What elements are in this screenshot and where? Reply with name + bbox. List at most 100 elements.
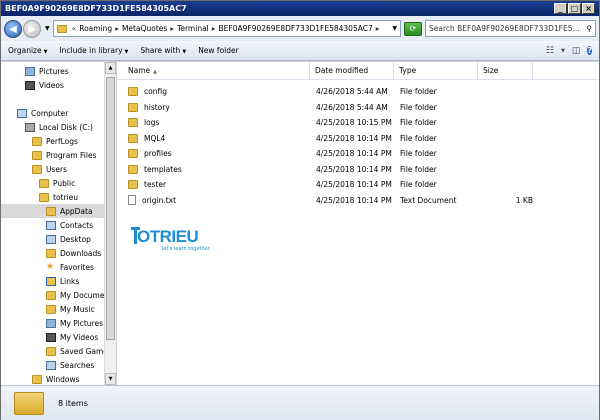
nav-item-public[interactable]: Public <box>39 176 75 190</box>
pictures-icon <box>25 66 35 76</box>
file-type: File folder <box>400 164 437 174</box>
refresh-button[interactable]: ⟳ <box>404 21 422 36</box>
breadcrumb-terminal[interactable]: Terminal <box>177 24 209 33</box>
nav-item-appdata[interactable]: AppData <box>1 204 104 218</box>
file-row[interactable]: origin.txt 4/25/2018 10:14 PM Text Documen… <box>117 193 537 208</box>
totrieu-logo: OTRIEU let's learn together <box>131 227 231 257</box>
nav-item-desktop[interactable]: Desktop <box>46 232 91 246</box>
minimize-button[interactable]: _ <box>554 3 567 14</box>
nav-label: Favorites <box>60 262 94 272</box>
navigation-pane[interactable]: Pictures Videos Computer Local Disk (C:)… <box>1 62 116 385</box>
maximize-button[interactable]: □ <box>568 3 581 14</box>
chevron-right-icon[interactable]: ▸ <box>376 24 380 33</box>
recent-pages-dropdown[interactable]: ▼ <box>45 25 50 32</box>
scroll-up-button[interactable]: ▲ <box>105 62 116 74</box>
nav-item-local-disk[interactable]: Local Disk (C:) <box>25 120 93 134</box>
file-date: 4/25/2018 10:14 PM <box>316 133 392 143</box>
nav-item-totrieu[interactable]: totrieu <box>39 190 78 204</box>
nav-item-program-files[interactable]: Program Files <box>32 148 97 162</box>
breadcrumb-metaquotes[interactable]: MetaQuotes <box>122 24 167 33</box>
column-date[interactable]: Date modified <box>310 62 394 79</box>
scroll-thumb[interactable] <box>106 77 115 340</box>
nav-item-my-music[interactable]: My Music <box>46 302 95 316</box>
file-list[interactable]: Name ▲ Date modified Type Size config 4/26… <box>117 62 599 385</box>
folder-icon <box>128 180 138 189</box>
column-size[interactable]: Size <box>478 62 533 79</box>
nav-label: Searches <box>60 360 95 370</box>
folder-icon <box>46 206 56 216</box>
file-date: 4/26/2018 5:44 AM <box>316 87 388 96</box>
address-dropdown[interactable]: ▼ <box>392 25 397 32</box>
file-name: config <box>144 87 167 96</box>
forward-button[interactable]: ▶ <box>23 19 41 38</box>
chevron-down-icon[interactable]: ▼ <box>561 48 565 54</box>
nav-item-links[interactable]: Links <box>46 274 79 288</box>
back-button[interactable]: ◀ <box>4 19 22 38</box>
nav-item-favorites[interactable]: ★ Favorites <box>46 260 94 274</box>
chevron-left-icon[interactable]: « <box>72 24 77 33</box>
nav-label: Desktop <box>60 234 91 244</box>
column-type[interactable]: Type <box>394 62 478 79</box>
folder-icon <box>128 102 138 112</box>
file-row[interactable]: config 4/26/2018 5:44 AM File folder <box>117 84 537 99</box>
file-row[interactable]: history 4/26/2018 5:44 AM File folder <box>117 100 537 115</box>
file-type: File folder <box>400 118 437 127</box>
include-in-library-menu[interactable]: Include in library ▼ <box>59 46 128 55</box>
nav-label: Program Files <box>46 150 97 160</box>
file-date: 4/25/2018 10:14 PM <box>316 164 392 174</box>
help-button[interactable]: ? <box>587 45 592 57</box>
title-bar[interactable]: BEF0A9F90269E8DF733D1FE584305AC7 _ □ × <box>1 1 599 16</box>
nav-scrollbar[interactable]: ▲ ▼ <box>104 62 116 385</box>
nav-item-users[interactable]: Users <box>32 162 67 176</box>
nav-label: Public <box>53 178 76 188</box>
file-name: templates <box>144 164 182 174</box>
nav-item-searches[interactable]: Searches <box>46 358 94 372</box>
folder-icon <box>32 150 42 160</box>
preview-pane-icon[interactable]: ◫ <box>572 46 581 56</box>
scroll-down-button[interactable]: ▼ <box>105 373 116 385</box>
help-icon: ? <box>587 45 592 55</box>
nav-item-downloads[interactable]: Downloads <box>46 246 101 260</box>
nav-item-my-documents[interactable]: My Documen <box>46 288 109 302</box>
breadcrumb-roaming[interactable]: Roaming <box>79 24 112 33</box>
chevron-right-icon[interactable]: ▸ <box>212 24 216 33</box>
search-input[interactable]: Search BEF0A9F90269E8DF733D1FE5... <box>429 24 587 33</box>
share-label: Share with <box>140 46 181 55</box>
nav-item-contacts[interactable]: Contacts <box>46 218 93 232</box>
view-options-icon[interactable]: ☷ <box>546 46 554 56</box>
search-box[interactable]: Search BEF0A9F90269E8DF733D1FE5... ⚲ <box>425 20 596 37</box>
nav-label: PerfLogs <box>46 136 78 146</box>
nav-item-my-videos[interactable]: My Videos <box>46 330 98 344</box>
file-name: origin.txt <box>142 195 177 205</box>
nav-item-saved-games[interactable]: Saved Game <box>46 344 108 358</box>
share-with-menu[interactable]: Share with ▼ <box>140 46 186 55</box>
nav-item-windows[interactable]: Windows <box>32 372 79 385</box>
chevron-right-icon[interactable]: ▸ <box>115 24 119 33</box>
column-name[interactable]: Name ▲ <box>117 62 310 79</box>
folder-icon <box>39 192 49 202</box>
nav-item-videos[interactable]: Videos <box>25 78 64 92</box>
nav-item-perflogs[interactable]: PerfLogs <box>32 134 78 148</box>
search-icon[interactable]: ⚲ <box>587 24 593 33</box>
organize-menu[interactable]: Organize ▼ <box>8 46 47 55</box>
file-type: File folder <box>400 180 437 189</box>
file-row[interactable]: MQL4 4/25/2018 10:14 PM File folder <box>117 131 537 146</box>
nav-item-my-pictures[interactable]: My Pictures <box>46 316 103 330</box>
folder-icon <box>14 391 44 415</box>
folder-icon <box>32 164 42 174</box>
file-row[interactable]: templates 4/25/2018 10:14 PM File folder <box>117 162 537 177</box>
nav-item-pictures[interactable]: Pictures <box>25 64 69 78</box>
nav-label: Users <box>46 164 68 174</box>
chevron-right-icon[interactable]: ▸ <box>170 24 174 33</box>
nav-item-computer[interactable]: Computer <box>17 106 68 120</box>
file-row[interactable]: logs 4/25/2018 10:15 PM File folder <box>117 115 537 130</box>
new-folder-button[interactable]: New folder <box>198 46 239 55</box>
file-row[interactable]: tester 4/25/2018 10:14 PM File folder <box>117 177 537 192</box>
folder-icon <box>32 374 42 384</box>
breadcrumb-current[interactable]: BEF0A9F90269E8DF733D1FE584305AC7 <box>219 24 373 33</box>
nav-label: Pictures <box>39 66 69 76</box>
file-name: logs <box>144 118 160 127</box>
address-bar[interactable]: « Roaming ▸ MetaQuotes ▸ Terminal ▸ BEF0… <box>52 20 401 37</box>
file-row[interactable]: profiles 4/25/2018 10:14 PM File folder <box>117 146 537 161</box>
close-button[interactable]: × <box>582 3 595 14</box>
